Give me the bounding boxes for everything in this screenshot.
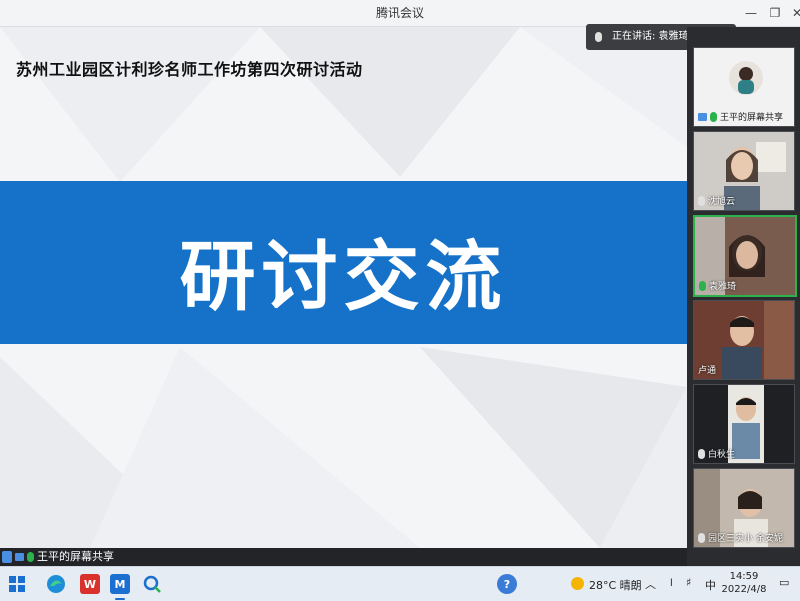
- participant-tile[interactable]: 白秋生: [693, 384, 795, 464]
- microphone-muted-icon: [698, 532, 705, 543]
- banner-text: 研讨交流: [179, 232, 508, 321]
- screen-share-icon: [15, 553, 24, 561]
- participant-name: 袁雅琦: [709, 282, 737, 292]
- participant-tile[interactable]: 沈旭云: [693, 131, 795, 211]
- chevron-up-icon[interactable]: ︿: [645, 576, 656, 592]
- share-label-text: 王平的屏幕共享: [37, 550, 114, 563]
- participant-tile[interactable]: 卢通: [693, 300, 795, 380]
- edge-icon[interactable]: [46, 574, 66, 594]
- ime-indicator[interactable]: 中: [705, 577, 716, 593]
- microphone-icon: [699, 280, 706, 291]
- title-bar: 腾讯会议 — ❐ ✕: [0, 0, 800, 27]
- taskbar: W M ? 28°C 晴朗 ︿ ⏽ ♯ 中 14:59 2022/4/8 ▭: [0, 566, 800, 601]
- microphone-muted-icon: [698, 195, 705, 206]
- notification-icon[interactable]: ▭: [779, 576, 789, 589]
- search-app-icon[interactable]: [142, 574, 162, 594]
- weather-text[interactable]: 28°C 晴朗: [589, 577, 642, 593]
- participant-name: 卢通: [698, 366, 717, 376]
- network-icon[interactable]: ♯: [686, 576, 691, 589]
- clock[interactable]: 14:59 2022/4/8: [718, 570, 770, 596]
- participant-name: 白秋生: [708, 450, 736, 460]
- participant-tile[interactable]: 袁雅琦: [693, 215, 797, 297]
- screen-share-label[interactable]: 王平的屏幕共享: [2, 548, 114, 566]
- participant-tile[interactable]: 园区三实小 余安妮: [693, 468, 795, 548]
- slide-heading: 苏州工业园区计利珍名师工作坊第四次研讨活动: [16, 60, 363, 79]
- user-icon: [2, 551, 12, 563]
- tencent-meeting-icon[interactable]: M: [110, 574, 130, 600]
- participant-panel: 王平的屏幕共享 沈旭云 袁雅琦 卢通 白秋生 园区三实小 余安妮: [687, 27, 800, 548]
- wps-icon[interactable]: W: [80, 574, 100, 594]
- start-icon[interactable]: [7, 574, 27, 594]
- shared-screen: 苏州工业园区计利珍名师工作坊第四次研讨活动 研讨交流: [0, 27, 687, 548]
- microphone-tray-icon[interactable]: ⏽: [667, 576, 676, 590]
- panel-footer: [687, 548, 800, 566]
- microphone-icon: [595, 32, 602, 42]
- help-icon[interactable]: ?: [497, 574, 517, 594]
- microphone-icon: [27, 552, 34, 562]
- minimize-button[interactable]: —: [738, 0, 764, 26]
- weather-icon: [571, 577, 584, 590]
- participant-tile[interactable]: 王平的屏幕共享: [693, 47, 795, 127]
- screen-share-icon: [698, 112, 707, 121]
- window-title: 腾讯会议: [375, 6, 424, 20]
- participant-name: 王平的屏幕共享: [720, 113, 784, 123]
- participant-name: 沈旭云: [708, 197, 736, 207]
- participant-name: 园区三实小 余安妮: [708, 534, 783, 544]
- time-text: 14:59: [729, 571, 759, 582]
- date-text: 2022/4/8: [721, 584, 767, 595]
- slide-banner: 研讨交流: [0, 181, 687, 344]
- microphone-icon: [710, 111, 717, 122]
- close-button[interactable]: ✕: [784, 0, 800, 26]
- microphone-muted-icon: [698, 448, 705, 459]
